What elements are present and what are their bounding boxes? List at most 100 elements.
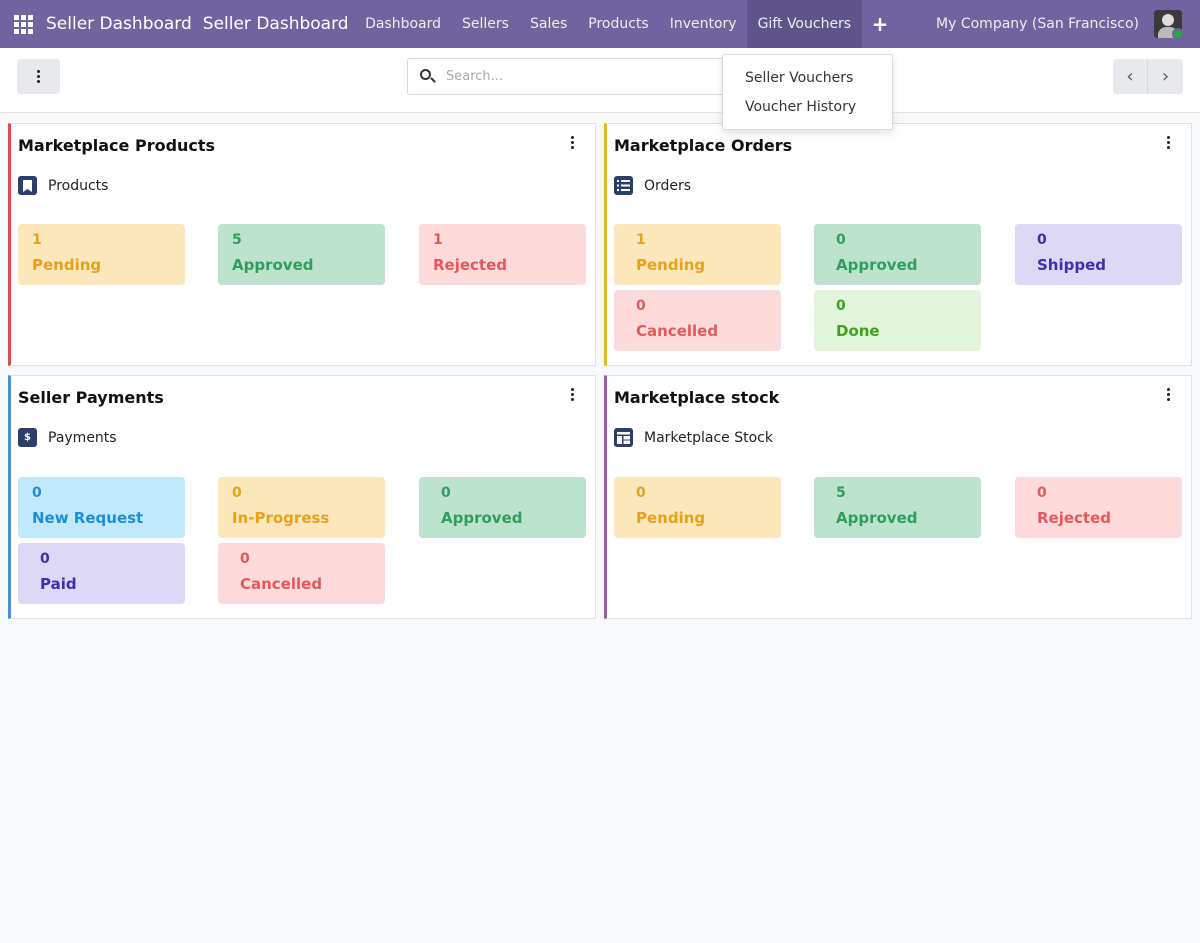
card-link-orders[interactable]: Orders (614, 176, 691, 195)
tile-count: 1 (636, 232, 646, 248)
menu-item-voucher-history[interactable]: Voucher History (723, 97, 892, 126)
tile-shipped[interactable]: 0 Shipped (1015, 224, 1182, 285)
control-panel: ‹ › (0, 48, 1200, 113)
kebab-icon (570, 136, 574, 150)
tile-cancelled[interactable]: 0 Cancelled (614, 290, 781, 351)
list-icon (614, 176, 633, 195)
tile-count: 0 (1037, 232, 1047, 248)
card-title: Marketplace Products (18, 136, 216, 155)
search-bar[interactable] (407, 58, 737, 95)
search-icon (408, 58, 446, 95)
tile-label: Approved (232, 256, 314, 274)
tile-count: 1 (32, 232, 42, 248)
card-title: Seller Payments (18, 388, 164, 407)
kebab-icon (1166, 136, 1170, 150)
nav-dashboard[interactable]: Dashboard (355, 0, 452, 48)
card-link-label: Payments (48, 429, 117, 446)
tile-label: Rejected (1037, 509, 1112, 527)
card-link-marketplace-stock[interactable]: Marketplace Stock (614, 428, 773, 447)
tile-label: Done (836, 322, 880, 340)
nav-gift-vouchers[interactable]: Gift Vouchers (747, 0, 862, 48)
apps-menu-icon[interactable] (0, 0, 46, 48)
tile-count: 0 (32, 485, 42, 501)
card-link-label: Marketplace Stock (644, 429, 773, 446)
tile-pending[interactable]: 1 Pending (614, 224, 781, 285)
card-link-label: Products (48, 177, 109, 194)
card-title: Marketplace stock (614, 388, 780, 407)
tile-label: Pending (636, 509, 706, 527)
tile-in-progress[interactable]: 0 In-Progress (218, 477, 385, 538)
tile-count: 5 (232, 232, 242, 248)
kebab-icon (1166, 388, 1170, 402)
tile-approved[interactable]: 5 Approved (814, 477, 981, 538)
nav-inventory[interactable]: Inventory (659, 0, 747, 48)
tile-label: Pending (32, 256, 102, 274)
card-options-button[interactable] (1163, 136, 1173, 150)
app-brand-secondary[interactable]: Seller Dashboard (203, 14, 349, 34)
card-marketplace-stock: Marketplace stock Marketplace Stock 0 Pen… (604, 375, 1192, 619)
nav-products[interactable]: Products (578, 0, 659, 48)
tile-label: Shipped (1037, 256, 1107, 274)
card-options-button[interactable] (567, 388, 577, 402)
nav-sales[interactable]: Sales (519, 0, 577, 48)
kebab-icon (37, 70, 40, 83)
tile-label: Approved (836, 256, 918, 274)
tile-paid[interactable]: 0 Paid (18, 543, 185, 604)
card-marketplace-orders: Marketplace Orders Orders 1 Pending 0 Appr… (604, 123, 1192, 366)
plus-icon[interactable]: + (862, 0, 899, 48)
card-options-button[interactable] (1163, 388, 1173, 402)
tile-count: 0 (441, 485, 451, 501)
tile-approved[interactable]: 5 Approved (218, 224, 385, 285)
tile-label: Approved (441, 509, 523, 527)
app-brand[interactable]: Seller Dashboard (46, 14, 192, 34)
tile-label: Cancelled (240, 575, 323, 593)
card-link-label: Orders (644, 177, 692, 194)
card-link-products[interactable]: Products (18, 176, 108, 195)
pager-next-button[interactable]: › (1148, 59, 1183, 94)
tile-label: Pending (636, 256, 706, 274)
card-options-button[interactable] (567, 136, 577, 150)
card-title: Marketplace Orders (614, 136, 793, 155)
tile-label: In-Progress (232, 509, 330, 527)
pager-previous-button[interactable]: ‹ (1113, 59, 1148, 94)
tile-count: 0 (1037, 485, 1047, 501)
tile-count: 0 (40, 551, 50, 567)
actions-menu-button[interactable] (17, 59, 60, 94)
kebab-icon (570, 388, 574, 402)
tile-count: 0 (636, 485, 646, 501)
bookmark-icon (18, 176, 37, 195)
nav-sellers[interactable]: Sellers (452, 0, 520, 48)
pager: ‹ › (1113, 59, 1183, 94)
online-status-icon (1172, 28, 1184, 40)
card-link-payments[interactable]: $ Payments (18, 428, 117, 447)
dashboard-icon (614, 428, 633, 447)
top-navbar: Seller Dashboard Seller Dashboard Dashbo… (0, 0, 1200, 48)
tile-done[interactable]: 0 Done (814, 290, 981, 351)
tile-count: 0 (232, 485, 242, 501)
tile-cancelled[interactable]: 0 Cancelled (218, 543, 385, 604)
tile-count: 0 (240, 551, 250, 567)
card-seller-payments: Seller Payments $ Payments 0 New Request … (8, 375, 596, 619)
card-marketplace-products: Marketplace Products Products 1 Pending 5… (8, 123, 596, 366)
tile-rejected[interactable]: 0 Rejected (1015, 477, 1182, 538)
tile-pending[interactable]: 1 Pending (18, 224, 185, 285)
tile-label: Rejected (433, 256, 508, 274)
tile-approved[interactable]: 0 Approved (814, 224, 981, 285)
tile-rejected[interactable]: 1 Rejected (419, 224, 586, 285)
search-input[interactable] (446, 69, 726, 84)
tile-count: 1 (433, 232, 443, 248)
tile-new-request[interactable]: 0 New Request (18, 477, 185, 538)
tile-label: New Request (32, 509, 144, 527)
tile-count: 0 (636, 298, 646, 314)
tile-label: Approved (836, 509, 918, 527)
gift-vouchers-dropdown: Seller Vouchers Voucher History (722, 54, 893, 130)
menu-item-seller-vouchers[interactable]: Seller Vouchers (723, 68, 892, 97)
tile-label: Paid (40, 575, 77, 593)
tile-count: 0 (836, 232, 846, 248)
company-switcher[interactable]: My Company (San Francisco) (936, 0, 1139, 48)
dollar-icon: $ (18, 428, 37, 447)
tile-count: 5 (836, 485, 846, 501)
tile-count: 0 (836, 298, 846, 314)
tile-approved[interactable]: 0 Approved (419, 477, 586, 538)
tile-pending[interactable]: 0 Pending (614, 477, 781, 538)
